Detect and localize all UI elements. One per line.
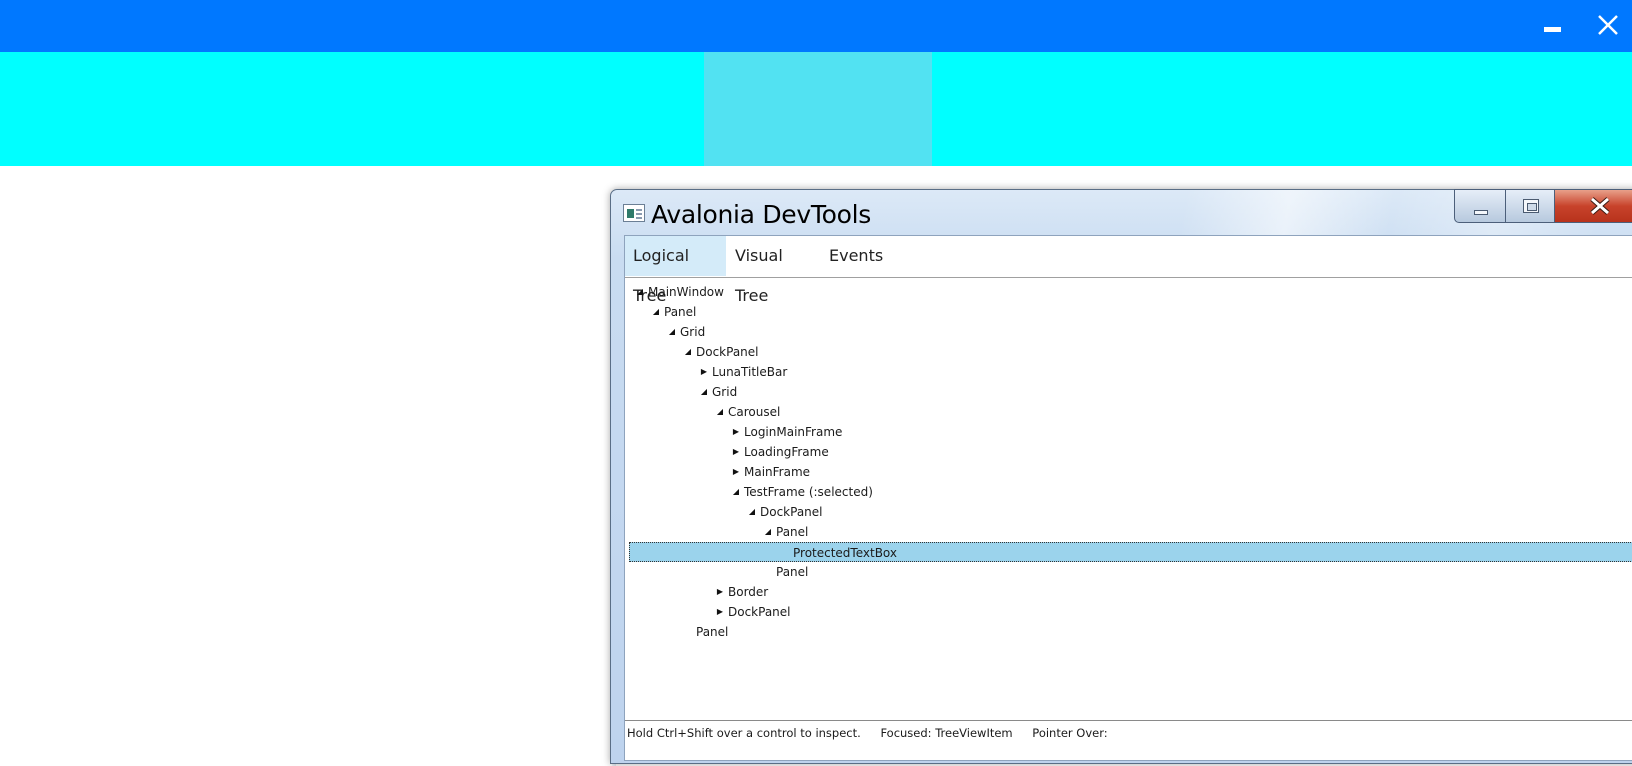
- devtools-window: Avalonia DevTools Logical Tree Visual Tr…: [610, 189, 1632, 764]
- status-hint: Hold Ctrl+Shift over a control to inspec…: [627, 726, 861, 740]
- close-button[interactable]: [1590, 8, 1626, 44]
- expanded-arrow-icon[interactable]: ◢: [648, 302, 664, 322]
- tab-visual-tree[interactable]: Visual Tree: [727, 236, 819, 305]
- tree-item[interactable]: ▶ DockPanel: [712, 602, 791, 622]
- tree-item[interactable]: ◢ DockPanel: [680, 342, 759, 362]
- tree-item[interactable]: ◢ Grid: [664, 322, 705, 342]
- tree-item[interactable]: ▶ LoadingFrame: [728, 442, 829, 462]
- tree-item[interactable]: ▶ MainFrame: [728, 462, 810, 482]
- logical-tree-view[interactable]: ◢ MainWindow ◢ Panel ◢ Grid ◢ DockPanel ▶ LunaTit…: [625, 279, 1632, 721]
- tree-item[interactable]: ▶ LunaTitleBar: [696, 362, 787, 382]
- tree-item[interactable]: ◢ Panel: [648, 302, 696, 322]
- tree-item-label: DockPanel: [696, 345, 759, 359]
- tab-logical-tree[interactable]: Logical Tree: [625, 236, 726, 305]
- close-icon: [1590, 197, 1610, 215]
- minimize-button[interactable]: [1536, 10, 1568, 42]
- tree-item[interactable]: ◢ MainWindow: [632, 282, 724, 302]
- devtools-maximize-button[interactable]: [1505, 189, 1555, 223]
- status-focused: Focused: TreeViewItem: [880, 726, 1013, 740]
- tree-item[interactable]: ▶ LoginMainFrame: [728, 422, 843, 442]
- collapsed-arrow-icon[interactable]: ▶: [712, 602, 728, 622]
- tree-item-label: MainFrame: [744, 465, 811, 479]
- expanded-arrow-icon[interactable]: ◢: [632, 282, 648, 302]
- expanded-arrow-icon[interactable]: ◢: [760, 522, 776, 542]
- tree-item-label: Panel: [776, 565, 809, 579]
- cyan-highlight-block: [704, 52, 932, 166]
- tree-item[interactable]: Panel: [680, 622, 728, 642]
- collapsed-arrow-icon[interactable]: ▶: [712, 582, 728, 602]
- devtools-client-area: Logical Tree Visual Tree Events ◢ MainWin…: [624, 235, 1632, 761]
- app-icon: [623, 204, 645, 222]
- tree-item[interactable]: ◢ DockPanel: [744, 502, 823, 522]
- minimize-icon: [1544, 27, 1561, 32]
- tree-item-label: Border: [728, 585, 769, 599]
- status-bar: Hold Ctrl+Shift over a control to inspec…: [625, 723, 1632, 753]
- collapsed-arrow-icon[interactable]: ▶: [728, 462, 744, 482]
- tree-item[interactable]: ▶ Border: [712, 582, 768, 602]
- expanded-arrow-icon[interactable]: ◢: [712, 402, 728, 422]
- tree-item-label: LoginMainFrame: [744, 425, 843, 439]
- tree-item-label: MainWindow: [648, 285, 724, 299]
- tree-item-label: Grid: [712, 385, 738, 399]
- tab-events[interactable]: Events: [821, 236, 883, 276]
- tree-item-label: LoadingFrame: [744, 445, 829, 459]
- expanded-arrow-icon[interactable]: ◢: [664, 322, 680, 342]
- tab-strip: Logical Tree Visual Tree Events: [625, 236, 1632, 305]
- expanded-arrow-icon[interactable]: ◢: [680, 342, 696, 362]
- expanded-arrow-icon[interactable]: ◢: [744, 502, 760, 522]
- tree-item-label: Panel: [776, 525, 809, 539]
- tree-item-label: ProtectedTextBox: [793, 546, 898, 560]
- collapsed-arrow-icon[interactable]: ▶: [728, 422, 744, 442]
- tree-item-label: DockPanel: [728, 605, 791, 619]
- app-title-bar: [0, 0, 1632, 52]
- expanded-arrow-icon[interactable]: ◢: [728, 482, 744, 502]
- tree-item-label: DockPanel: [760, 505, 823, 519]
- tree-item[interactable]: ProtectedTextBox: [629, 542, 1632, 562]
- tree-item[interactable]: ◢ Grid: [696, 382, 737, 402]
- maximize-icon: [1523, 199, 1539, 213]
- expanded-arrow-icon[interactable]: ◢: [696, 382, 712, 402]
- devtools-minimize-button[interactable]: [1454, 189, 1506, 223]
- status-pointer-over: Pointer Over:: [1032, 726, 1108, 740]
- window-title: Avalonia DevTools: [651, 200, 871, 229]
- collapsed-arrow-icon[interactable]: ▶: [728, 442, 744, 462]
- devtools-close-button[interactable]: [1554, 189, 1632, 223]
- tree-item[interactable]: ◢ Panel: [760, 522, 808, 542]
- tree-item-label: Panel: [664, 305, 697, 319]
- tree-item-label: LunaTitleBar: [712, 365, 788, 379]
- close-icon: [1598, 15, 1618, 35]
- minimize-icon: [1474, 210, 1488, 215]
- tree-item[interactable]: ◢ TestFrame (:selected): [728, 482, 873, 502]
- tree-item[interactable]: ◢ Carousel: [712, 402, 780, 422]
- tree-item-label: Panel: [696, 625, 729, 639]
- tree-item-label: Carousel: [728, 405, 781, 419]
- tree-item[interactable]: Panel: [760, 562, 808, 582]
- collapsed-arrow-icon[interactable]: ▶: [696, 362, 712, 382]
- caption-buttons: [1454, 189, 1632, 223]
- app-window: Avalonia DevTools Logical Tree Visual Tr…: [0, 0, 1632, 766]
- tree-item-label: TestFrame (:selected): [744, 485, 873, 499]
- tree-item-label: Grid: [680, 325, 706, 339]
